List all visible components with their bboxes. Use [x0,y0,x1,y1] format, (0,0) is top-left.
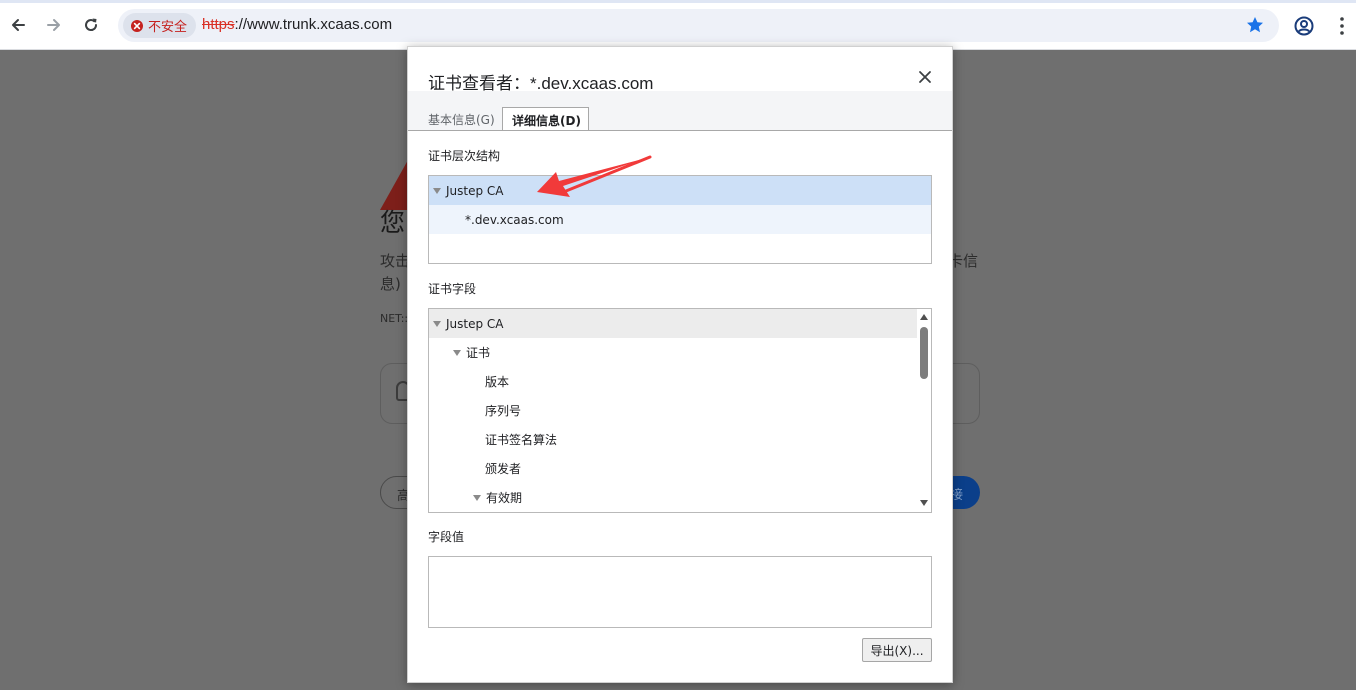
security-label: 不安全 [148,19,188,34]
error-heading: 您 [380,209,406,237]
field-item[interactable]: 证书签名算法 [429,425,557,454]
field-item-label: 证书签名算法 [485,433,558,447]
field-item[interactable]: 颁发者 [429,454,521,483]
arrow-left-icon [12,19,25,31]
fields-label: 证书字段 [428,282,477,296]
warning-circle-icon [131,19,143,32]
field-value-box[interactable] [428,556,932,628]
field-item-label: 颁发者 [485,462,522,476]
url-scheme: https [202,16,235,33]
fields-scrollbar[interactable] [917,309,931,512]
error-text-line: 攻击 [380,252,411,270]
security-chip[interactable]: 不安全 [123,13,197,38]
scroll-up-icon[interactable] [920,314,928,320]
field-value-label: 字段值 [428,530,465,544]
field-item[interactable]: 有效期 [429,483,522,512]
more-menu-icon[interactable] [1331,14,1353,38]
error-text-line-2: 息) [380,275,401,293]
hierarchy-item-root[interactable]: Justep CA [429,176,931,205]
tab-basic-info[interactable]: 基本信息(G) [428,107,495,131]
hierarchy-item-leaf[interactable]: *.dev.xcaas.com [429,205,931,234]
hierarchy-item-label: Justep CA [446,183,504,198]
tab-details[interactable]: 详细信息(D) [502,107,589,131]
field-item-label: 证书 [466,346,491,360]
expand-triangle-icon[interactable] [453,349,461,356]
expand-triangle-icon[interactable] [433,187,441,194]
back-button[interactable] [5,12,31,38]
field-item[interactable]: 序列号 [429,396,521,425]
scroll-down-icon[interactable] [920,500,928,506]
reload-icon [85,18,98,31]
expand-triangle-icon[interactable] [473,494,481,501]
arrow-right-icon [47,19,60,31]
forward-button[interactable] [41,12,67,38]
error-code: NET:: [380,312,409,325]
certificate-fields-tree[interactable]: Justep CA 证书 版本 序列号 证书签名算法 颁发者 有效期 [428,308,932,513]
tab-strip-edge [0,0,1356,3]
field-item-label: Justep CA [446,316,504,331]
hierarchy-label: 证书层次结构 [428,149,501,163]
field-item[interactable]: Justep CA [429,309,917,338]
url-host: ://www.trunk.xcaas.com [234,16,393,33]
hierarchy-item-label: *.dev.xcaas.com [465,212,564,227]
reload-button[interactable] [78,12,104,38]
field-item-label: 有效期 [486,491,523,505]
scroll-thumb[interactable] [920,327,928,379]
close-icon[interactable] [915,67,935,87]
tab-divider [408,130,952,131]
field-item[interactable]: 证书 [429,338,490,367]
bookmark-star-icon[interactable] [1245,15,1265,35]
url-text[interactable]: https://www.trunk.xcaas.com [202,16,392,33]
profile-icon[interactable] [1292,14,1316,38]
certificate-hierarchy-tree[interactable]: Justep CA *.dev.xcaas.com [428,175,932,264]
certificate-viewer-dialog: 证书查看者：*.dev.xcaas.com 基本信息(G) 详细信息(D) 证书… [407,46,953,683]
field-item[interactable]: 版本 [429,367,509,396]
field-item-label: 版本 [485,375,510,389]
export-button[interactable]: 导出(X)... [862,638,932,662]
expand-triangle-icon[interactable] [433,320,441,327]
field-item-label: 序列号 [485,404,522,418]
address-bar[interactable]: 不安全 https://www.trunk.xcaas.com [118,9,1279,42]
browser-toolbar: 不安全 https://www.trunk.xcaas.com [0,0,1356,50]
